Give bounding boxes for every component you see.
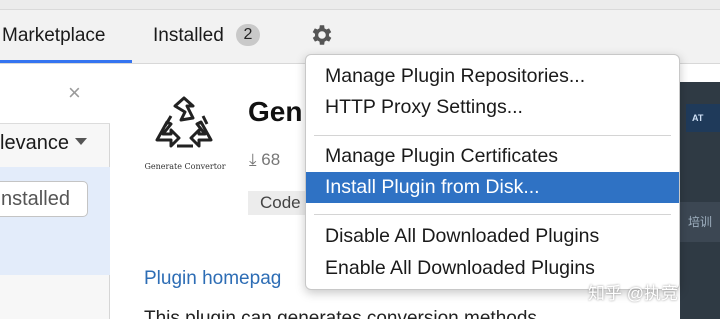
menu-separator — [314, 214, 671, 215]
settings-menu: Manage Plugin Repositories... HTTP Proxy… — [305, 54, 680, 290]
plugin-homepage-link[interactable]: Plugin homepag — [144, 268, 281, 290]
installed-count-badge: 2 — [236, 24, 260, 46]
active-tab-indicator — [0, 60, 132, 63]
sort-label: levance — [0, 132, 69, 154]
background-text: 培训 — [680, 202, 720, 242]
menu-item-manage-repositories[interactable]: Manage Plugin Repositories... — [306, 61, 679, 92]
installed-button[interactable]: nstalled — [0, 181, 88, 217]
logo-caption: Generate Convertor — [144, 162, 226, 171]
plugin-list-panel: × levance nstalled — [0, 64, 110, 319]
selected-plugin-row[interactable]: nstalled — [0, 167, 110, 275]
tab-installed[interactable]: Installed — [153, 22, 224, 50]
gear-icon[interactable] — [309, 22, 335, 48]
chevron-down-icon — [74, 138, 87, 146]
download-icon: ⤓ — [249, 150, 257, 169]
menu-item-http-proxy[interactable]: HTTP Proxy Settings... — [306, 92, 679, 123]
menu-item-manage-certificates[interactable]: Manage Plugin Certificates — [306, 141, 679, 172]
title-strip — [0, 0, 720, 10]
plugin-description: This plugin can generates conversion met… — [144, 308, 537, 319]
menu-item-install-from-disk[interactable]: Install Plugin from Disk... — [306, 172, 679, 203]
plugin-name: Gen — [248, 96, 303, 127]
background-window: AT 培训 — [680, 82, 720, 319]
menu-item-disable-downloaded[interactable]: Disable All Downloaded Plugins — [306, 221, 679, 252]
download-count-value: 68 — [261, 150, 281, 169]
download-count: ⤓ 68 — [249, 150, 280, 170]
search-bar[interactable]: × — [0, 64, 110, 124]
background-badge: AT — [686, 104, 720, 132]
menu-separator — [314, 135, 671, 136]
watermark: 知乎 @执竞 — [588, 284, 678, 303]
tab-marketplace[interactable]: Marketplace — [2, 22, 106, 50]
sort-dropdown[interactable]: levance — [0, 132, 87, 155]
clear-search-icon[interactable]: × — [68, 82, 81, 104]
